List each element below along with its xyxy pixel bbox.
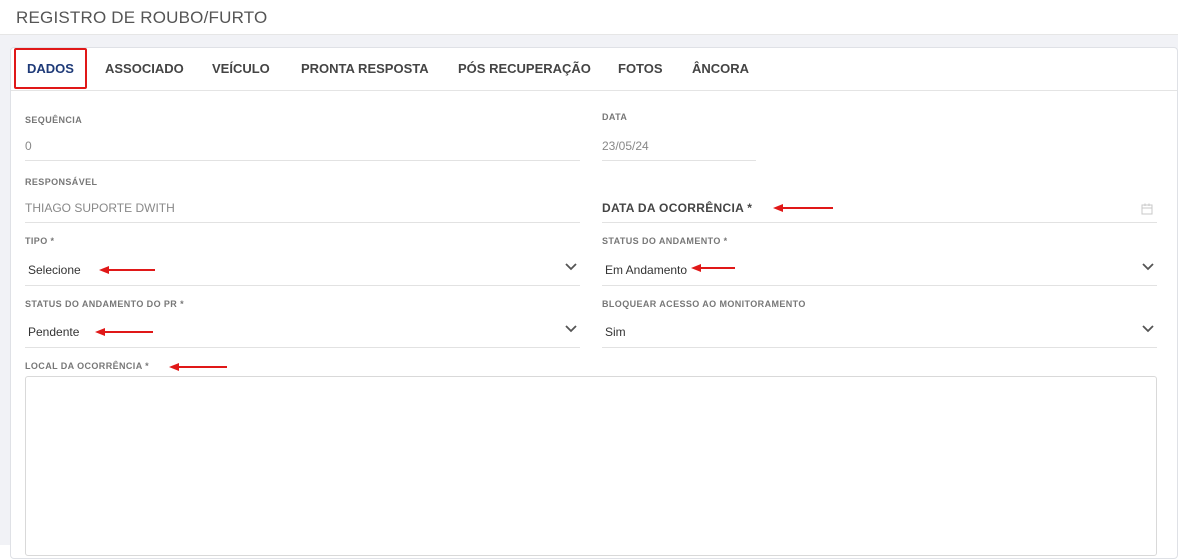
status-andamento-pr-underline	[25, 347, 580, 348]
tab-pronta-resposta[interactable]: PRONTA RESPOSTA	[301, 48, 429, 90]
tab-fotos[interactable]: FOTOS	[618, 48, 663, 90]
page-title: REGISTRO DE ROUBO/FURTO	[16, 8, 268, 27]
bloquear-acesso-label: BLOQUEAR ACESSO AO MONITORAMENTO	[602, 299, 806, 309]
red-arrow-annotation	[99, 266, 155, 274]
status-andamento-underline	[602, 285, 1157, 286]
chevron-down-icon[interactable]	[1141, 262, 1155, 272]
data-value: 23/05/24	[602, 139, 649, 153]
status-andamento-select[interactable]: Em Andamento	[605, 263, 687, 277]
red-arrow-annotation	[773, 204, 833, 212]
data-label: DATA	[602, 112, 628, 122]
red-arrow-annotation	[169, 363, 227, 371]
data-ocorrencia-label: DATA DA OCORRÊNCIA *	[602, 201, 753, 215]
sequencia-value: 0	[25, 139, 32, 153]
data-underline	[602, 160, 756, 161]
chevron-down-icon[interactable]	[1141, 324, 1155, 334]
sequencia-underline	[25, 160, 580, 161]
sequencia-label: SEQUÊNCIA	[25, 115, 83, 125]
bloquear-acesso-select[interactable]: Sim	[605, 325, 626, 339]
page-header: REGISTRO DE ROUBO/FURTO	[0, 0, 1178, 35]
responsavel-underline	[25, 222, 580, 223]
data-ocorrencia-input[interactable]	[602, 222, 1157, 223]
responsavel-label: RESPONSÁVEL	[25, 177, 98, 187]
tab-pos-recuperacao[interactable]: PÓS RECUPERAÇÃO	[458, 48, 591, 90]
bloquear-acesso-underline	[602, 347, 1157, 348]
red-arrow-annotation	[691, 264, 735, 272]
tab-ancora[interactable]: ÂNCORA	[692, 48, 749, 90]
tipo-underline	[25, 285, 580, 286]
local-ocorrencia-textarea[interactable]	[25, 376, 1157, 556]
responsavel-value: THIAGO SUPORTE DWITH	[25, 201, 175, 215]
tab-associado[interactable]: ASSOCIADO	[105, 48, 184, 90]
tab-veiculo[interactable]: VEÍCULO	[212, 48, 270, 90]
status-andamento-pr-select[interactable]: Pendente	[28, 325, 79, 339]
form-card: DADOS ASSOCIADO VEÍCULO PRONTA RESPOSTA …	[10, 47, 1178, 559]
chevron-down-icon[interactable]	[564, 262, 578, 272]
tab-bar: DADOS ASSOCIADO VEÍCULO PRONTA RESPOSTA …	[11, 48, 1177, 91]
tipo-label: TIPO *	[25, 236, 55, 246]
status-andamento-pr-label: STATUS DO ANDAMENTO DO PR *	[25, 299, 184, 309]
status-andamento-label: STATUS DO ANDAMENTO *	[602, 236, 728, 246]
red-arrow-annotation	[95, 328, 153, 336]
tipo-select[interactable]: Selecione	[28, 263, 81, 277]
chevron-down-icon[interactable]	[564, 324, 578, 334]
calendar-icon[interactable]	[1141, 203, 1153, 215]
tab-dados[interactable]: DADOS	[14, 48, 87, 89]
local-ocorrencia-label: LOCAL DA OCORRÊNCIA *	[25, 361, 150, 371]
